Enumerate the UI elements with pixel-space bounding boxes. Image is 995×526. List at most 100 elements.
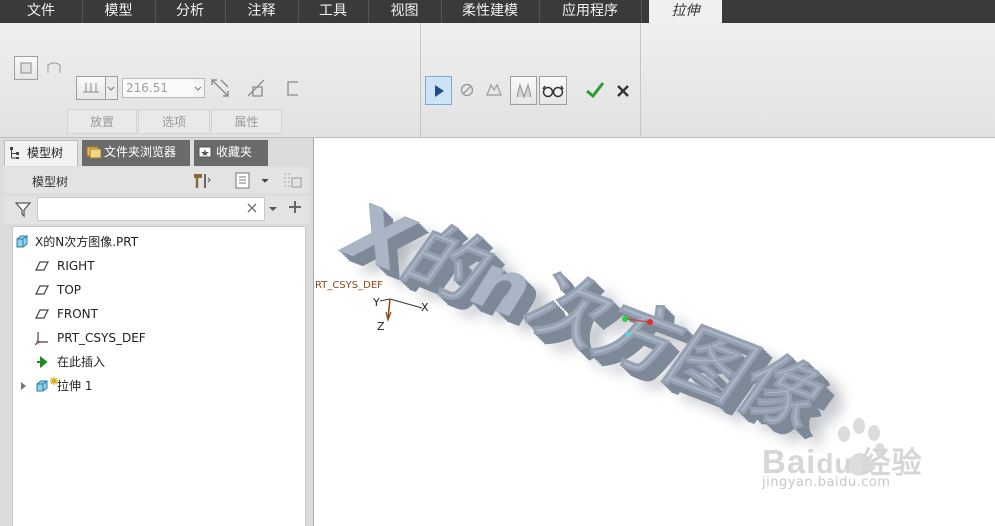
depth-value-input[interactable]: [122, 78, 194, 98]
menu-bar: 文件 模型 分析 注释 工具 视图 柔性建模 应用程序 拉伸: [0, 0, 995, 23]
menu-tools[interactable]: 工具: [298, 0, 369, 23]
ribbon-divider: [640, 23, 641, 137]
solid-icon: [20, 62, 32, 74]
column-toggle-icon: [284, 173, 302, 188]
surface-button[interactable]: [42, 56, 66, 80]
tree-item-extrude[interactable]: 拉伸 1: [19, 375, 92, 397]
modified-star-icon: [50, 377, 58, 385]
tab-label: 模型树: [27, 146, 64, 160]
thicken-sketch-button[interactable]: [281, 76, 305, 100]
depth-value-dropdown[interactable]: [193, 78, 205, 98]
clear-filter-button[interactable]: [245, 201, 259, 218]
filter-icon: [14, 202, 32, 218]
filter-button[interactable]: [14, 200, 32, 221]
tree-item-top[interactable]: TOP: [35, 279, 81, 301]
tree-toolbar: 模型树: [4, 167, 309, 193]
menu-flexible-modeling[interactable]: 柔性建模: [441, 0, 540, 23]
geometry-preview-button[interactable]: [482, 78, 506, 102]
tab-label: 文件夹浏览器: [104, 145, 177, 159]
model-tree-list: X的N次方图像.PRT RIGHT TOP FRONT PRT_CSYS_DEF…: [12, 226, 306, 526]
extrude-dashboard: 放置 选项 属性: [0, 23, 995, 138]
model-tree-icon: [10, 147, 19, 159]
cancel-button[interactable]: [611, 79, 635, 103]
feature-preview-icon: [515, 82, 532, 99]
extruded-text-model[interactable]: X的n次方图像: [332, 184, 834, 448]
settings-button[interactable]: [190, 170, 212, 190]
tab-properties[interactable]: 属性: [211, 109, 282, 134]
menu-analysis[interactable]: 分析: [155, 0, 226, 23]
datum-plane-icon: [35, 261, 49, 271]
folder-browser-icon: [86, 146, 102, 159]
column-toggle-button[interactable]: [282, 170, 306, 190]
csys-label: RT_CSYS_DEF: [315, 280, 383, 291]
show-button[interactable]: [234, 170, 270, 190]
extrude-icon: [36, 380, 48, 392]
coordinate-system-icon: [35, 332, 48, 345]
tab-options[interactable]: 选项: [138, 109, 210, 134]
flip-direction-button[interactable]: [208, 76, 232, 100]
flip-direction-icon: [211, 79, 229, 97]
menu-annotate[interactable]: 注释: [225, 0, 299, 23]
tree-item-insert-here[interactable]: 在此插入: [35, 351, 105, 373]
tree-item-label: FRONT: [57, 307, 98, 321]
resume-button[interactable]: [425, 76, 452, 105]
menu-model[interactable]: 模型: [82, 0, 156, 23]
glasses-icon: [542, 85, 564, 97]
tree-item-csys[interactable]: PRT_CSYS_DEF: [35, 327, 146, 349]
tree-item-label: X的N次方图像.PRT: [35, 235, 139, 249]
plus-icon: [289, 201, 301, 213]
no-preview-button[interactable]: [455, 78, 479, 102]
blind-depth-icon: [83, 83, 99, 93]
drag-handle-origin[interactable]: [622, 316, 628, 322]
tab-model-tree[interactable]: 模型树: [4, 140, 78, 166]
close-icon: [617, 85, 629, 97]
solid-button[interactable]: [14, 56, 38, 80]
navigator-panel: 模型树 文件夹浏览器 收藏夹 模型树 X的N次方图像.PRT RIGHT TOP…: [0, 138, 314, 526]
graphics-window[interactable]: X的n次方图像 X的n次方图像 X的n次方图像 X的n次方图像 X的n次方图像 …: [314, 138, 995, 526]
tree-search-input[interactable]: [37, 197, 265, 221]
drag-handle-depth[interactable]: [647, 319, 653, 325]
tab-label: 收藏夹: [216, 145, 253, 159]
feature-preview-button[interactable]: [510, 76, 537, 105]
tab-placement[interactable]: 放置: [67, 109, 137, 134]
remove-material-button[interactable]: [244, 76, 268, 100]
tree-item-part[interactable]: X的N次方图像.PRT: [15, 231, 138, 253]
filter-options-dropdown[interactable]: [267, 201, 279, 218]
axis-label-z: Z: [377, 320, 385, 333]
menu-applications[interactable]: 应用程序: [539, 0, 642, 23]
datum-plane-icon: [35, 309, 49, 319]
verify-mode-button[interactable]: [539, 76, 567, 105]
checkmark-icon: [586, 82, 605, 99]
tab-extrude[interactable]: 拉伸: [649, 0, 722, 23]
geometry-preview-icon: [486, 83, 502, 96]
axis-label-y: Y: [373, 296, 380, 309]
chevron-down-icon: [194, 86, 202, 91]
tree-item-front[interactable]: FRONT: [35, 303, 98, 325]
tree-item-right[interactable]: RIGHT: [35, 255, 95, 277]
prohibit-icon: [460, 83, 474, 97]
menu-view[interactable]: 视图: [368, 0, 442, 23]
hammer-icon: [194, 174, 211, 188]
favorites-icon: [198, 146, 212, 158]
surface-icon: [47, 62, 61, 73]
add-filter-button[interactable]: [287, 199, 303, 218]
tree-item-label: RIGHT: [57, 259, 95, 273]
depth-type-dropdown[interactable]: [106, 76, 118, 100]
menu-file[interactable]: 文件: [0, 0, 83, 23]
datum-plane-icon: [35, 285, 49, 295]
depth-type-button[interactable]: [76, 76, 106, 100]
filter-row: [4, 196, 309, 224]
tree-item-label: 在此插入: [57, 355, 106, 369]
chevron-down-icon: [269, 207, 277, 211]
drag-handle-secondary[interactable]: [625, 331, 631, 337]
chevron-down-icon: [107, 86, 115, 91]
accept-button[interactable]: [583, 78, 607, 102]
tab-favorites[interactable]: 收藏夹: [194, 140, 268, 166]
axis-label-x: X: [421, 301, 429, 314]
insert-arrow-icon: [37, 355, 48, 369]
list-icon: [235, 172, 269, 189]
remove-material-icon: [247, 79, 265, 97]
tab-folder-browser[interactable]: 文件夹浏览器: [82, 140, 190, 166]
expand-arrow-icon[interactable]: [19, 381, 29, 391]
tree-item-label: PRT_CSYS_DEF: [57, 331, 146, 345]
